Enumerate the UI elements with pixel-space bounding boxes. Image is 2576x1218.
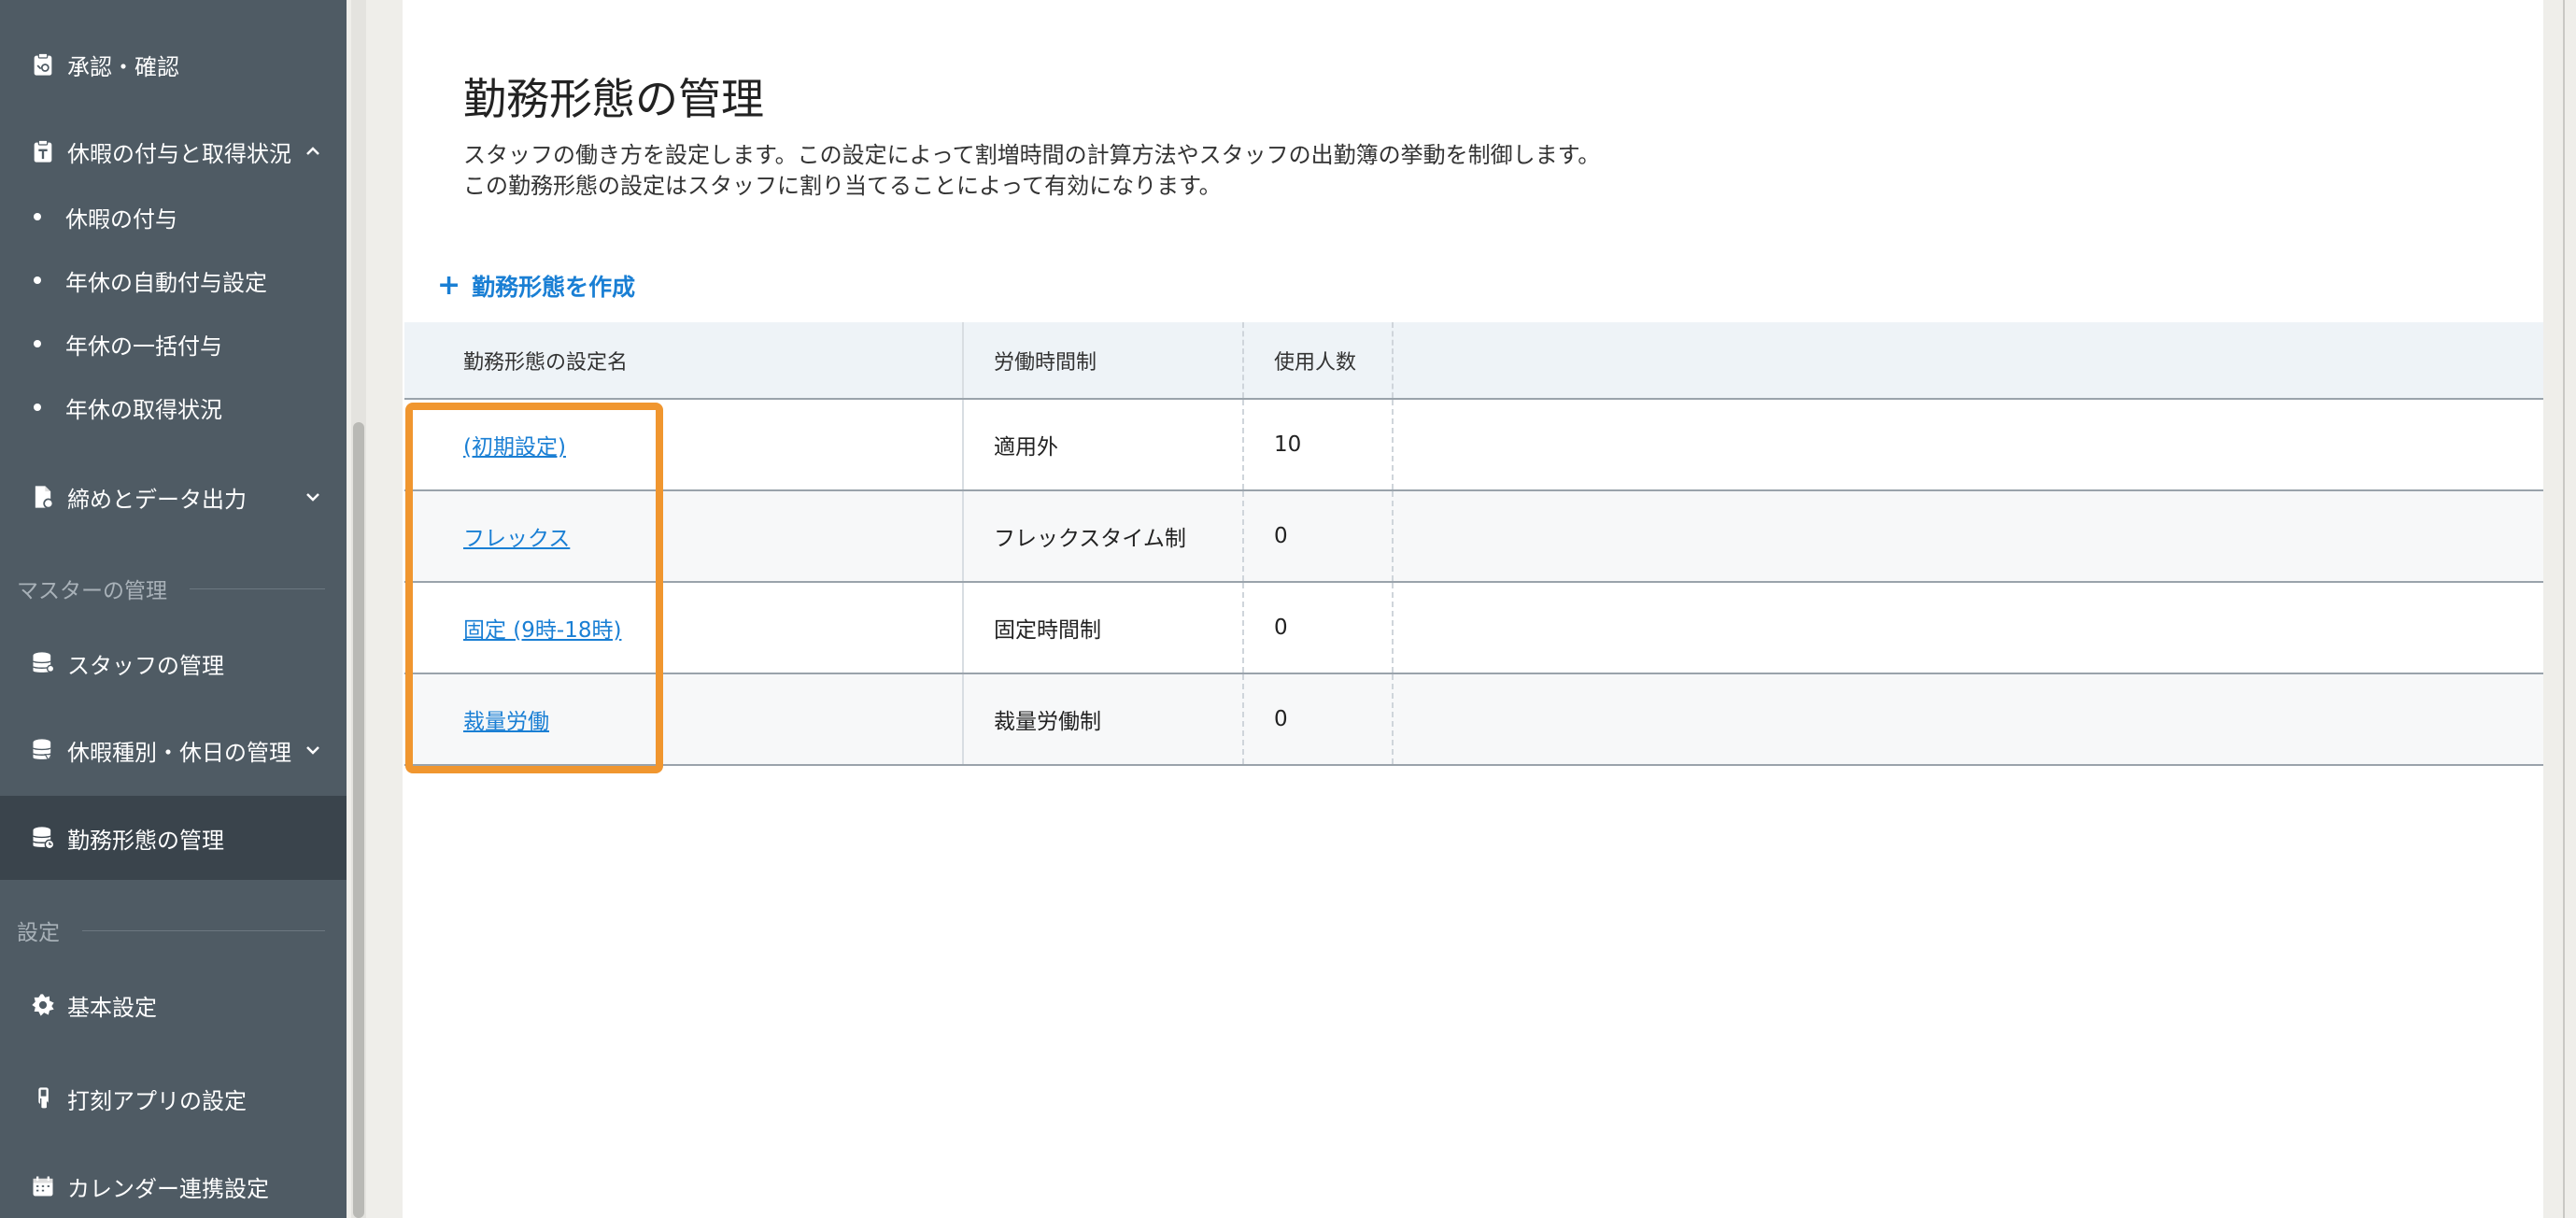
sidebar-item-calendar[interactable]: カレンダー連携設定 [0,1154,347,1218]
database-user-icon [28,648,58,678]
bullet-icon [34,404,41,411]
labor-system-cell: 裁量労働制 [994,710,1101,734]
sidebar-subitem-label: 年休の取得状況 [65,396,222,423]
sidebar-item-approval[interactable]: 承認・確認 [0,32,347,97]
sidebar-item-work-styles[interactable]: 勤務形態の管理 [0,796,347,880]
page-title: 勤務形態の管理 [463,74,764,124]
labor-system-cell: 固定時間制 [994,618,1101,643]
sidebar-subitem-leave-status[interactable]: 年休の取得状況 [0,378,347,436]
column-divider [1242,491,1244,581]
column-divider [962,322,964,398]
sidebar-subitem-bulk-grant[interactable]: 年休の一括付与 [0,315,347,373]
column-divider [962,491,964,581]
document-export-icon [28,482,58,512]
table-header: 勤務形態の設定名 労働時間制 使用人数 [404,322,2543,400]
section-divider [82,929,325,931]
column-header-system[interactable]: 労働時間制 [994,322,1097,398]
calendar-icon [28,1171,58,1201]
highlight-box [405,403,663,773]
sidebar-item-label: 打刻アプリの設定 [67,1087,247,1114]
sidebar-item-label: 基本設定 [67,994,157,1021]
create-work-style-button[interactable]: + 勤務形態を作成 [437,269,635,303]
chevron-down-icon[interactable] [302,486,324,508]
chevron-up-icon[interactable] [302,140,324,163]
bullet-icon [34,213,41,220]
sidebar-item-closing[interactable]: 締めとデータ出力 [0,464,347,530]
column-divider [1392,322,1394,398]
column-divider [962,400,964,489]
table-row: 裁量労働 裁量労働制 0 [404,674,2543,766]
sidebar-subitem-auto-grant[interactable]: 年休の自動付与設定 [0,251,347,309]
tap-phone-icon [28,1083,58,1113]
sidebar-item-label: 休暇の付与と取得状況 [67,140,291,167]
column-divider [1392,400,1394,489]
clipboard-leave-icon [28,136,58,166]
right-edge [2543,0,2576,1218]
chevron-down-icon[interactable] [302,739,324,761]
column-divider [1392,674,1394,764]
section-label: マスターの管理 [17,579,167,603]
bullet-icon [34,340,41,347]
page-scrollbar[interactable] [2563,0,2565,1218]
description-line: この勤務形態の設定はスタッフに割り当てることによって有効になります。 [463,173,1222,199]
sidebar-subitem-label: 年休の自動付与設定 [65,269,267,296]
column-divider [1242,674,1244,764]
sidebar-item-leave-group[interactable]: 休暇の付与と取得状況 [0,119,347,184]
bullet-icon [34,276,41,284]
table-row: 固定 (9時-18時) 固定時間制 0 [404,583,2543,674]
sidebar-item-label: カレンダー連携設定 [67,1175,269,1202]
user-count-cell: 0 [1274,616,1288,640]
section-divider [190,588,325,589]
sidebar-item-leave-types[interactable]: 休暇種別・休日の管理 [0,717,347,783]
gear-icon [28,990,58,1020]
clipboard-check-icon [28,50,58,79]
sidebar-item-label: スタッフの管理 [67,652,224,679]
sidebar-item-staff[interactable]: スタッフの管理 [0,630,347,696]
table-row: (初期設定) 適用外 10 [404,400,2543,491]
column-divider [962,583,964,673]
column-divider [962,674,964,764]
sidebar-section-master: マスターの管理 [17,570,325,607]
page-description: スタッフの働き方を設定します。この設定によって割増時間の計算方法やスタッフの出勤… [463,140,1600,202]
column-divider [1242,400,1244,489]
column-divider [1242,322,1244,398]
section-label: 設定 [17,921,60,945]
column-header-name[interactable]: 勤務形態の設定名 [463,322,628,398]
database-calendar-icon [28,735,58,765]
plus-icon: + [437,269,461,302]
user-count-cell: 0 [1274,707,1288,731]
column-divider [1392,583,1394,673]
column-divider [1392,491,1394,581]
sidebar-item-basic[interactable]: 基本設定 [0,972,347,1038]
column-header-count[interactable]: 使用人数 [1274,322,1356,398]
sidebar-subitem-label: 年休の一括付与 [65,333,222,360]
sidebar-item-label: 休暇種別・休日の管理 [67,739,291,766]
sidebar-subitem-leave-grant[interactable]: 休暇の付与 [0,188,347,246]
labor-system-cell: フレックスタイム制 [994,527,1186,551]
sidebar-item-label: 締めとデータ出力 [67,486,247,513]
table-row: フレックス フレックスタイム制 0 [404,491,2543,583]
column-divider [1242,583,1244,673]
sidebar-subitem-label: 休暇の付与 [65,205,177,233]
sidebar-item-stamp-app[interactable]: 打刻アプリの設定 [0,1066,347,1131]
database-clock-icon [28,823,58,853]
sidebar: 承認・確認 休暇の付与と取得状況 休暇の付与 年休の自動付与設定 年休の一括付与… [0,0,347,1218]
sidebar-scrollbar-thumb[interactable] [353,422,364,1218]
create-button-label: 勤務形態を作成 [472,274,636,301]
user-count-cell: 10 [1274,432,1302,457]
user-count-cell: 0 [1274,524,1288,548]
sidebar-section-settings: 設定 [17,912,325,949]
sidebar-item-label: 勤務形態の管理 [67,827,224,854]
labor-system-cell: 適用外 [994,435,1058,460]
description-line: スタッフの働き方を設定します。この設定によって割増時間の計算方法やスタッフの出勤… [463,142,1601,168]
sidebar-item-label: 承認・確認 [67,53,179,80]
